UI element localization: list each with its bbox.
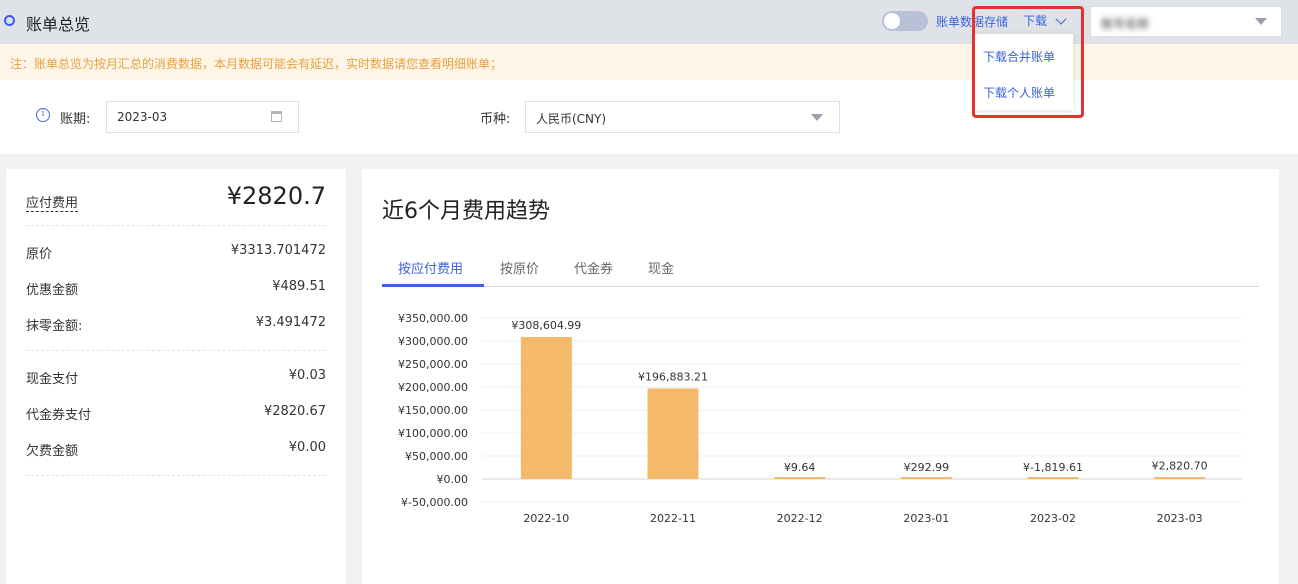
period-label: 账期: bbox=[60, 112, 91, 127]
info-icon[interactable]: i bbox=[36, 108, 50, 122]
summary-row: 原价 ¥3313.701472 bbox=[26, 241, 326, 262]
page-title: 账单总览 bbox=[26, 15, 91, 34]
chevron-down-icon bbox=[1055, 12, 1067, 25]
trend-title: 近6个月费用趋势 bbox=[382, 199, 550, 224]
y-tick-label: ¥250,000.00 bbox=[398, 358, 468, 371]
divider bbox=[26, 350, 326, 351]
data-label: ¥-1,819.61 bbox=[1023, 461, 1083, 474]
bar bbox=[647, 388, 699, 479]
notice-bar: 注：账单总览为按月汇总的消费数据，本月数据可能会有延迟，实时数据请您查看明细账单… bbox=[0, 44, 1298, 80]
summary-panel: 应付费用 ¥2820.7 原价 ¥3313.701472 优惠金额 ¥489.5… bbox=[6, 169, 346, 584]
summary-row-value: ¥489.51 bbox=[272, 279, 326, 294]
tab-payable[interactable]: 按应付费用 bbox=[398, 258, 463, 277]
x-tick-label: 2022-11 bbox=[650, 512, 696, 525]
x-tick-label: 2023-01 bbox=[903, 512, 949, 525]
y-tick-label: ¥50,000.00 bbox=[405, 450, 468, 463]
bill-storage-label[interactable]: 账单数据存储 bbox=[936, 13, 1008, 30]
divider bbox=[26, 225, 326, 226]
summary-row-label: 优惠金额 bbox=[26, 283, 79, 298]
calendar-icon bbox=[271, 111, 282, 122]
toggle-knob bbox=[884, 13, 900, 29]
x-tick-label: 2023-02 bbox=[1030, 512, 1076, 525]
summary-row: 欠费金额 ¥0.00 bbox=[26, 438, 326, 459]
total-label: 应付费用 bbox=[26, 192, 79, 212]
summary-row-value: ¥3313.701472 bbox=[230, 243, 326, 258]
total-value: ¥2820.7 bbox=[226, 182, 326, 210]
download-button[interactable]: 下载 bbox=[1023, 12, 1067, 29]
tab-voucher[interactable]: 代金券 bbox=[574, 258, 613, 277]
download-label: 下载 bbox=[1023, 14, 1048, 28]
data-label: ¥9.64 bbox=[784, 461, 816, 474]
account-value: 账号名称 bbox=[1101, 17, 1150, 31]
divider bbox=[26, 475, 326, 476]
download-dropdown: 下载合并账单 下载个人账单 bbox=[975, 34, 1073, 110]
bar bbox=[520, 337, 572, 479]
y-tick-label: ¥350,000.00 bbox=[398, 312, 468, 325]
data-label: ¥292.99 bbox=[904, 461, 950, 474]
data-label: ¥2,820.70 bbox=[1152, 460, 1208, 473]
tab-original-price[interactable]: 按原价 bbox=[500, 258, 539, 277]
summary-row-value: ¥0.03 bbox=[288, 368, 326, 383]
summary-row-label: 欠费金额 bbox=[26, 444, 79, 459]
x-tick-label: 2023-03 bbox=[1157, 512, 1203, 525]
summary-row-label: 原价 bbox=[26, 247, 53, 262]
summary-row: 优惠金额 ¥489.51 bbox=[26, 277, 326, 298]
summary-row-label: 代金券支付 bbox=[26, 408, 92, 423]
summary-row-label: 抹零金额: bbox=[26, 319, 83, 334]
trend-tabs: 按应付费用 按原价 代金券 现金 bbox=[382, 249, 1259, 287]
y-tick-label: ¥0.00 bbox=[437, 473, 469, 486]
currency-select[interactable]: 人民币(CNY) bbox=[525, 101, 840, 133]
summary-row: 代金券支付 ¥2820.67 bbox=[26, 402, 326, 423]
summary-row-label: 现金支付 bbox=[26, 372, 79, 387]
y-tick-label: ¥200,000.00 bbox=[398, 381, 468, 394]
account-select[interactable]: 账号名称 bbox=[1090, 6, 1282, 37]
summary-total-row: 应付费用 ¥2820.7 bbox=[26, 182, 326, 212]
bar bbox=[1027, 477, 1079, 479]
summary-row-value: ¥3.491472 bbox=[255, 315, 326, 330]
trend-bar-chart: ¥350,000.00 ¥300,000.00 ¥250,000.00 ¥200,00… bbox=[398, 312, 1242, 525]
bar bbox=[900, 477, 952, 479]
currency-label: 币种: bbox=[480, 112, 511, 127]
top-bar: 账单总览 账单数据存储 下载 账号名称 bbox=[0, 0, 1298, 44]
summary-row-value: ¥0.00 bbox=[288, 440, 326, 455]
x-tick-label: 2022-12 bbox=[777, 512, 823, 525]
active-tab-indicator bbox=[382, 284, 484, 287]
tab-cash[interactable]: 现金 bbox=[648, 258, 674, 277]
data-label: ¥196,883.21 bbox=[638, 370, 708, 383]
y-tick-label: ¥150,000.00 bbox=[398, 404, 468, 417]
bar bbox=[774, 477, 826, 479]
download-personal-bill[interactable]: 下载个人账单 bbox=[983, 84, 1055, 101]
bar bbox=[1154, 477, 1206, 479]
summary-row: 抹零金额: ¥3.491472 bbox=[26, 313, 326, 334]
notice-text: 注：账单总览为按月汇总的消费数据，本月数据可能会有延迟，实时数据请您查看明细账单… bbox=[10, 57, 503, 71]
caret-down-icon bbox=[811, 114, 823, 121]
bill-storage-toggle[interactable] bbox=[882, 11, 928, 31]
x-tick-label: 2022-10 bbox=[523, 512, 569, 525]
filter-bar: i 账期: 2023-03 币种: 人民币(CNY) bbox=[0, 80, 1298, 154]
summary-row: 现金支付 ¥0.03 bbox=[26, 366, 326, 387]
title-dot-icon bbox=[4, 15, 15, 26]
y-tick-label: ¥-50,000.00 bbox=[401, 496, 468, 509]
download-merged-bill[interactable]: 下载合并账单 bbox=[983, 48, 1055, 65]
caret-down-icon bbox=[1255, 18, 1267, 25]
currency-value: 人民币(CNY) bbox=[536, 112, 607, 126]
summary-row-value: ¥2820.67 bbox=[263, 404, 326, 419]
period-value: 2023-03 bbox=[117, 110, 168, 124]
y-tick-label: ¥300,000.00 bbox=[398, 335, 468, 348]
period-picker[interactable]: 2023-03 bbox=[106, 101, 299, 133]
y-tick-label: ¥100,000.00 bbox=[398, 427, 468, 440]
data-label: ¥308,604.99 bbox=[511, 319, 581, 332]
